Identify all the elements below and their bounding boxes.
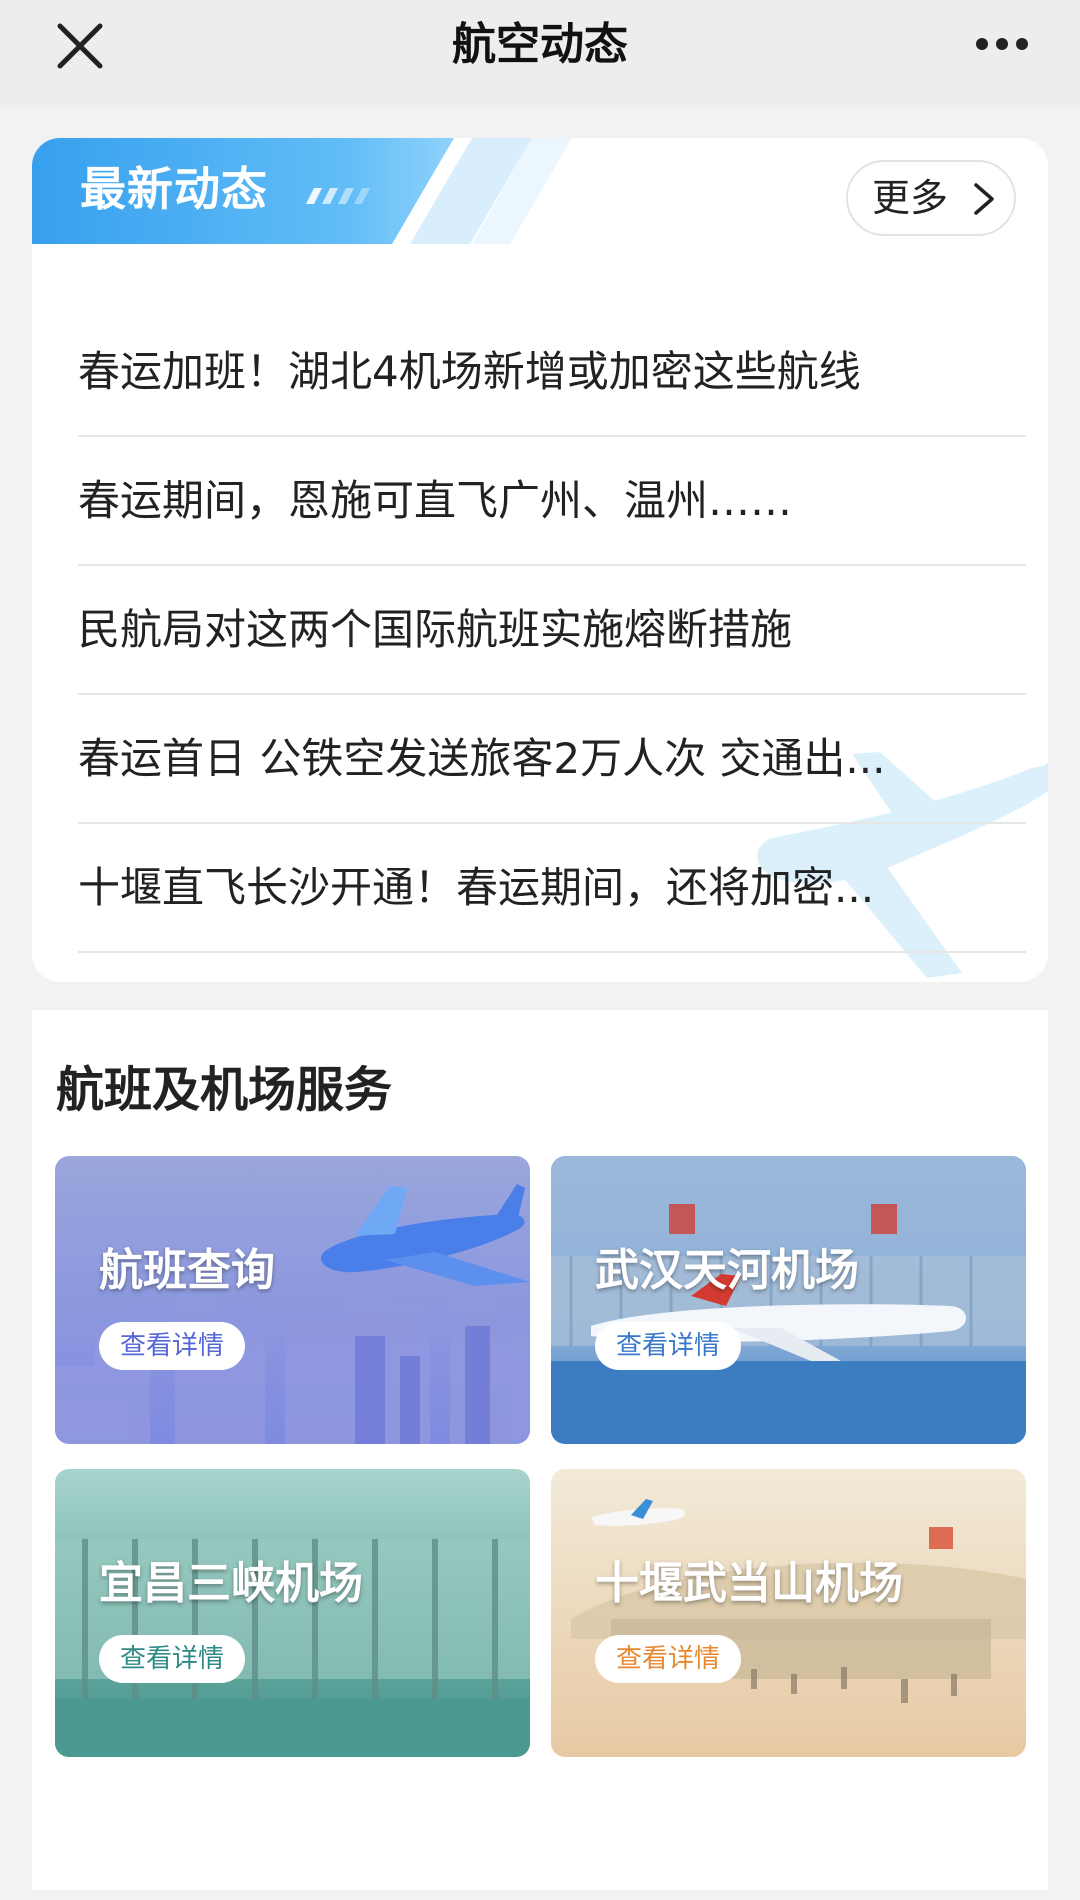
page-title: 航空动态 [452, 19, 628, 70]
shiyan-wudangshan-airport-tile[interactable]: 十堰武当山机场 查看详情 [551, 1469, 1026, 1757]
tile-title: 航班查询 [99, 1245, 275, 1296]
news-item[interactable]: 春运加班！湖北4机场新增或加密这些航线 [78, 308, 1026, 437]
more-dots-icon [976, 38, 1028, 50]
news-item-title: 民航局对这两个国际航班实施熔断措施 [78, 605, 793, 654]
yichang-sanxia-airport-tile[interactable]: 宜昌三峡机场 查看详情 [55, 1469, 530, 1757]
tile-title: 武汉天河机场 [595, 1245, 859, 1296]
news-list: 春运加班！湖北4机场新增或加密这些航线 春运期间，恩施可直飞广州、温州…… 民航… [78, 308, 1026, 953]
close-button[interactable] [52, 18, 108, 74]
flight-query-tile[interactable]: 航班查询 查看详情 [55, 1156, 530, 1444]
view-details-button[interactable]: 查看详情 [595, 1322, 741, 1370]
tile-title: 十堰武当山机场 [595, 1558, 903, 1609]
news-item-title: 春运期间，恩施可直飞广州、温州…… [78, 476, 793, 525]
news-heading: 最新动态 [80, 162, 268, 216]
news-item-title: 十堰直飞长沙开通！春运期间，还将加密... [78, 863, 875, 912]
news-item-title: 春运加班！湖北4机场新增或加密这些航线 [78, 347, 861, 396]
view-details-button[interactable]: 查看详情 [99, 1635, 245, 1683]
more-options-button[interactable] [970, 30, 1060, 60]
tile-title: 宜昌三峡机场 [99, 1558, 363, 1609]
news-header-banner: 最新动态 [32, 138, 572, 244]
news-item[interactable]: 春运首日 公铁空发送旅客2万人次 交通出... [78, 695, 1026, 824]
view-details-button[interactable]: 查看详情 [595, 1635, 741, 1683]
wuhan-tianhe-airport-tile[interactable]: 武汉天河机场 查看详情 [551, 1156, 1026, 1444]
top-bar: 航空动态 [0, 0, 1080, 105]
services-title: 航班及机场服务 [56, 1062, 393, 1118]
close-icon [57, 23, 103, 69]
flight-airport-services-section: 航班及机场服务 航班查询 查看详情 武汉天河机场 查看详情 宜昌三峡机场 查看详… [32, 1010, 1048, 1890]
news-item[interactable]: 十堰直飞长沙开通！春运期间，还将加密... [78, 824, 1026, 953]
view-details-button[interactable]: 查看详情 [99, 1322, 245, 1370]
news-item[interactable]: 春运期间，恩施可直飞广州、温州…… [78, 437, 1026, 566]
more-news-button[interactable]: 更多 [846, 160, 1016, 236]
more-news-label: 更多 [872, 176, 949, 220]
latest-news-card: 最新动态 更多 春运加班！湖北4机场新增或加密这些航线 春运期间，恩施可直飞广州… [32, 138, 1048, 982]
news-item-title: 春运首日 公铁空发送旅客2万人次 交通出... [78, 734, 886, 783]
chevron-right-icon [974, 183, 994, 215]
news-item[interactable]: 民航局对这两个国际航班实施熔断措施 [78, 566, 1026, 695]
